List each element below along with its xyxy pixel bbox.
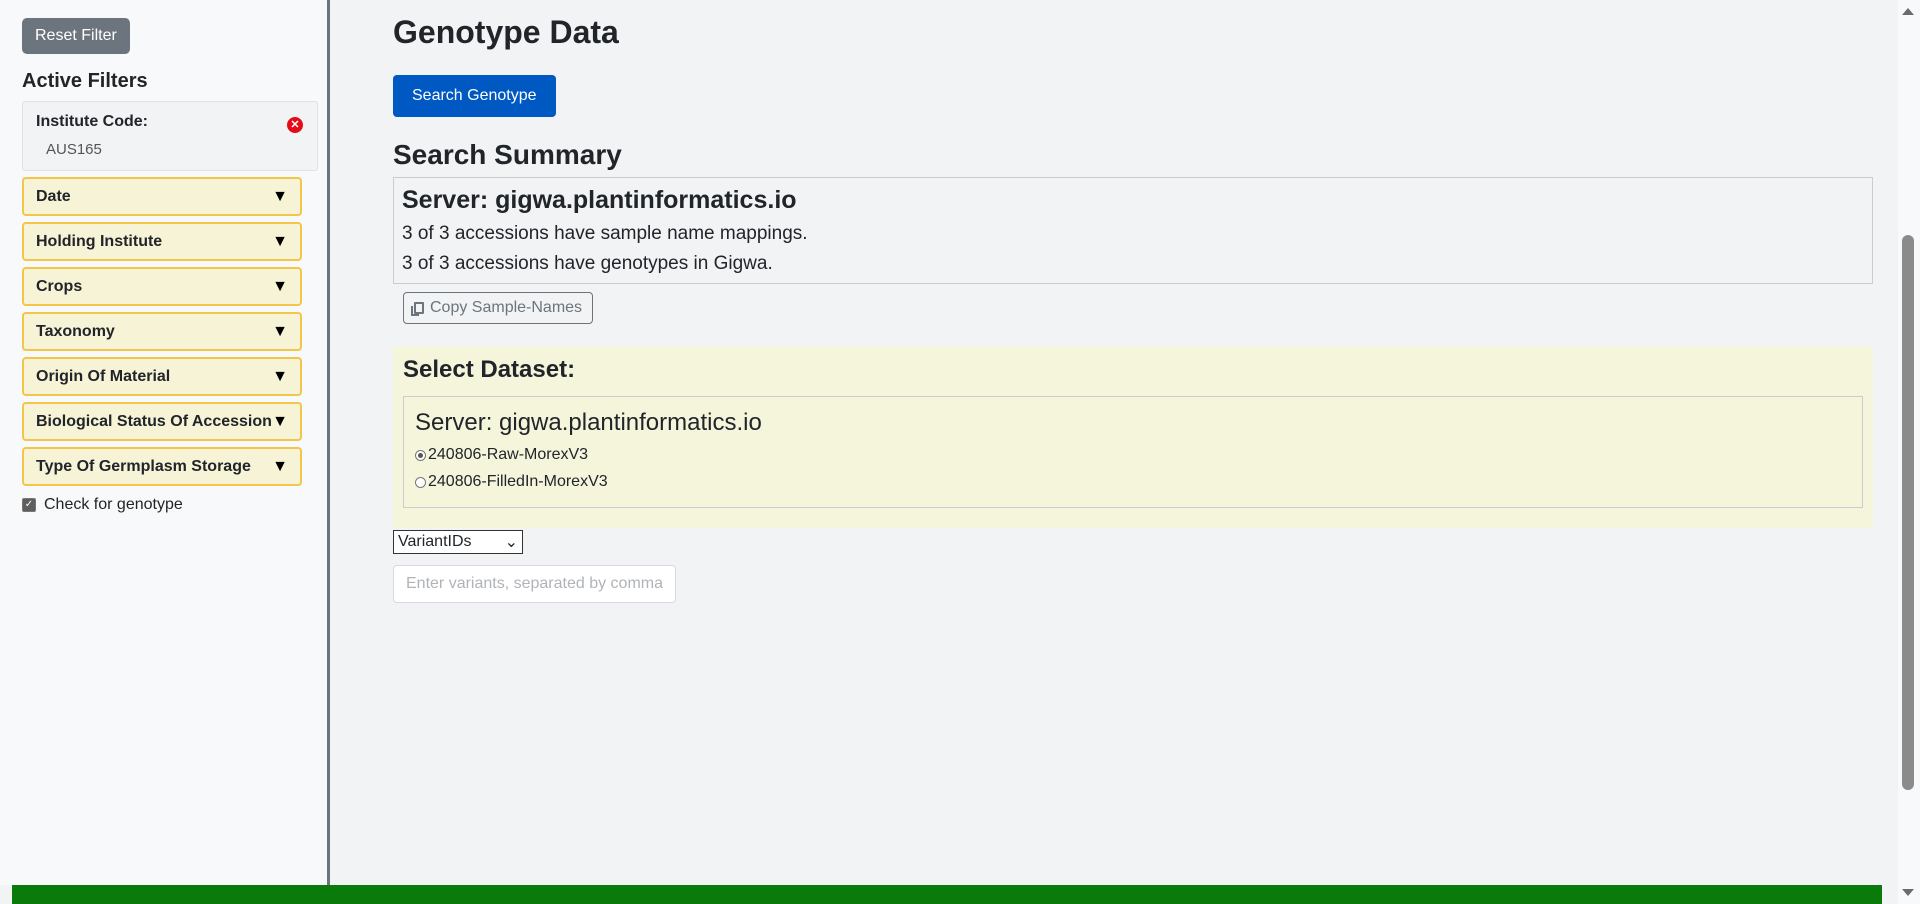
- dataset-server: Server: gigwa.plantinformatics.io: [415, 409, 762, 436]
- filter-label: Crops: [36, 277, 83, 295]
- select-dataset-heading: Select Dataset:: [403, 356, 576, 383]
- footer-bar: [12, 885, 1882, 904]
- main-content: Genotype Data Search Genotype Search Sum…: [393, 0, 1873, 603]
- copy-icon: [411, 302, 424, 316]
- filter-holding-institute[interactable]: Holding Institute ▼: [22, 222, 302, 261]
- dataset-option[interactable]: 240806-Raw-MorexV3: [415, 446, 1851, 464]
- dataset-option[interactable]: 240806-FilledIn-MorexV3: [415, 473, 1851, 491]
- filter-crops[interactable]: Crops ▼: [22, 267, 302, 306]
- dataset-option-label: 240806-Raw-MorexV3: [428, 446, 589, 463]
- chevron-down-icon: ⌄: [504, 534, 518, 551]
- variant-input[interactable]: [393, 565, 676, 603]
- triangle-down-icon: ▼: [272, 187, 288, 205]
- radio-unselected-icon[interactable]: [415, 476, 426, 488]
- scroll-down-icon[interactable]: [1902, 889, 1914, 896]
- filter-taxonomy[interactable]: Taxonomy ▼: [22, 312, 302, 351]
- filter-label: Biological Status Of Accession: [36, 412, 272, 430]
- scrollbar-thumb[interactable]: [1902, 235, 1914, 790]
- active-filter-value: AUS165: [46, 141, 102, 158]
- check-genotype-label: Check for genotype: [44, 496, 183, 513]
- remove-filter-icon[interactable]: ✕: [287, 117, 303, 133]
- active-filters-heading: Active Filters: [22, 70, 148, 92]
- triangle-down-icon: ▼: [272, 232, 288, 250]
- filter-label: Date: [36, 187, 71, 205]
- copy-sample-names-button[interactable]: Copy Sample-Names: [403, 292, 594, 324]
- summary-server: Server: gigwa.plantinformatics.io: [402, 186, 797, 214]
- active-filter-key: Institute Code:: [36, 113, 148, 130]
- reset-filter-button[interactable]: Reset Filter: [22, 18, 130, 54]
- triangle-down-icon: ▼: [272, 277, 288, 295]
- scroll-up-icon[interactable]: [1902, 8, 1914, 15]
- search-summary-box: Server: gigwa.plantinformatics.io 3 of 3…: [393, 177, 1873, 284]
- filter-biological-status[interactable]: Biological Status Of Accession ▼: [22, 402, 302, 441]
- triangle-down-icon: ▼: [272, 322, 288, 340]
- filter-date[interactable]: Date ▼: [22, 177, 302, 216]
- filter-label: Taxonomy: [36, 322, 115, 340]
- filter-label: Origin Of Material: [36, 367, 171, 385]
- page-title: Genotype Data: [393, 14, 619, 50]
- filter-label: Holding Institute: [36, 232, 163, 250]
- check-genotype-checkbox[interactable]: ✓: [22, 498, 36, 512]
- search-genotype-button[interactable]: Search Genotype: [393, 75, 556, 117]
- filter-label: Type Of Germplasm Storage: [36, 457, 251, 475]
- filter-germplasm-storage[interactable]: Type Of Germplasm Storage ▼: [22, 447, 302, 486]
- active-filter-card: Institute Code: AUS165 ✕: [22, 101, 318, 171]
- radio-selected-icon[interactable]: [415, 449, 426, 461]
- triangle-down-icon: ▼: [272, 367, 288, 385]
- select-dataset-panel: Select Dataset: Server: gigwa.plantinfor…: [393, 346, 1873, 528]
- variant-type-value: VariantIDs: [398, 533, 472, 550]
- triangle-down-icon: ▼: [272, 412, 288, 430]
- triangle-down-icon: ▼: [272, 457, 288, 475]
- search-summary-heading: Search Summary: [393, 139, 622, 170]
- copy-button-label: Copy Sample-Names: [430, 299, 583, 316]
- vertical-scrollbar[interactable]: [1898, 0, 1920, 904]
- check-genotype-row[interactable]: ✓ Check for genotype: [22, 496, 327, 514]
- summary-line: 3 of 3 accessions have genotypes in Gigw…: [402, 253, 773, 274]
- variant-type-select[interactable]: VariantIDs ⌄: [393, 530, 523, 554]
- dataset-server-box: Server: gigwa.plantinformatics.io 240806…: [403, 396, 1863, 508]
- filter-origin-of-material[interactable]: Origin Of Material ▼: [22, 357, 302, 396]
- summary-line: 3 of 3 accessions have sample name mappi…: [402, 223, 808, 244]
- dataset-option-label: 240806-FilledIn-MorexV3: [428, 473, 608, 490]
- sidebar: Reset Filter Active Filters Institute Co…: [0, 0, 330, 885]
